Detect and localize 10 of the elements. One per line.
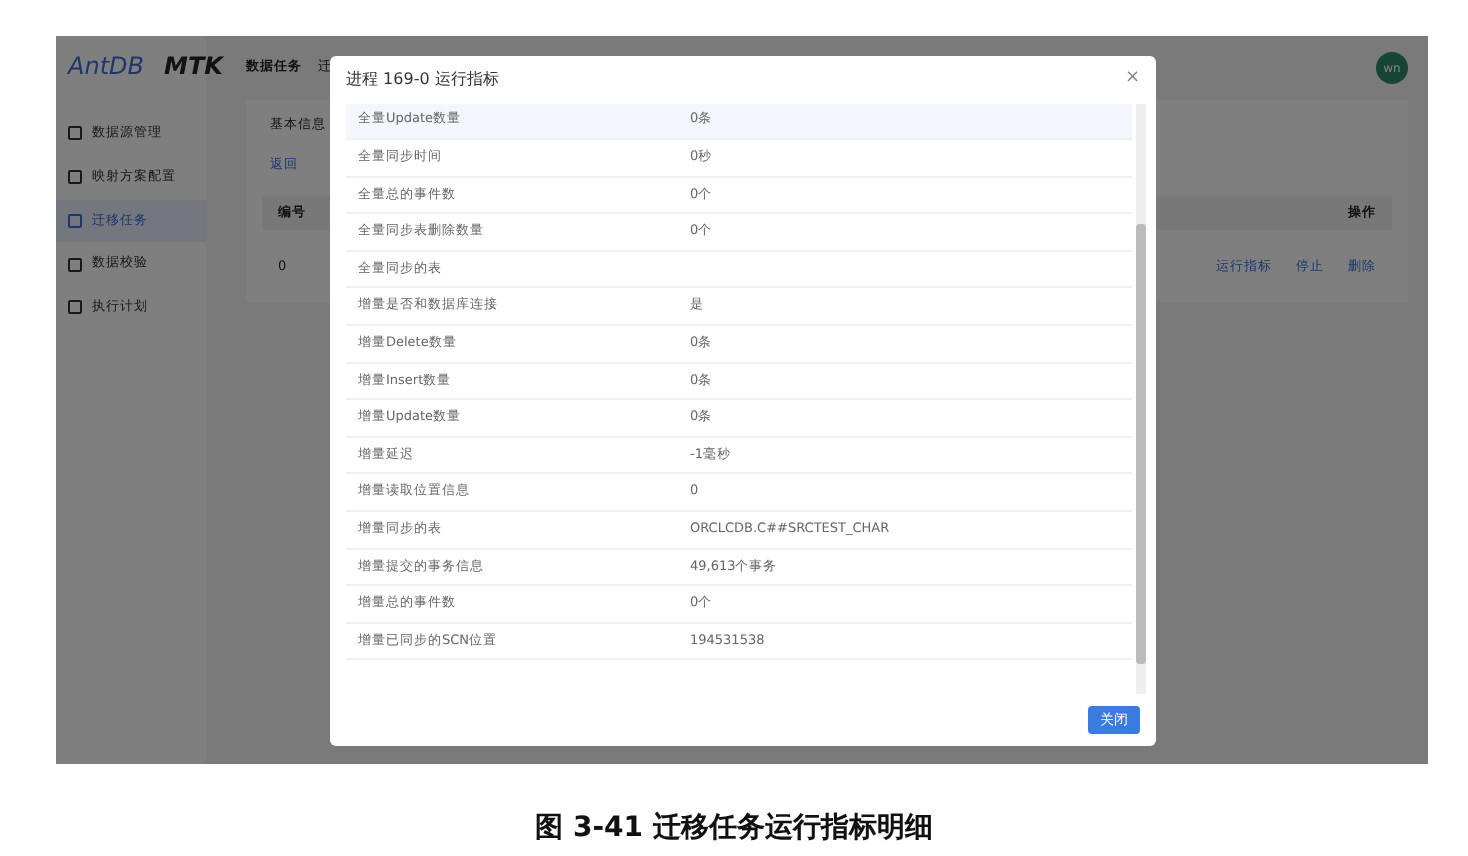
menu-icon xyxy=(68,126,82,141)
close-button[interactable]: × xyxy=(1124,66,1140,93)
dialog-title: 进程 169-0 运行指标 xyxy=(346,67,499,92)
menu-icon xyxy=(68,300,82,315)
logo-text: AntDB xyxy=(68,50,144,84)
product-name: MTK xyxy=(164,50,223,84)
menu-icon xyxy=(68,213,82,228)
figure-caption: 图 3-41 迁移任务运行指标明细 xyxy=(533,809,935,848)
menu-icon xyxy=(68,170,82,185)
menu-icon xyxy=(68,257,82,272)
